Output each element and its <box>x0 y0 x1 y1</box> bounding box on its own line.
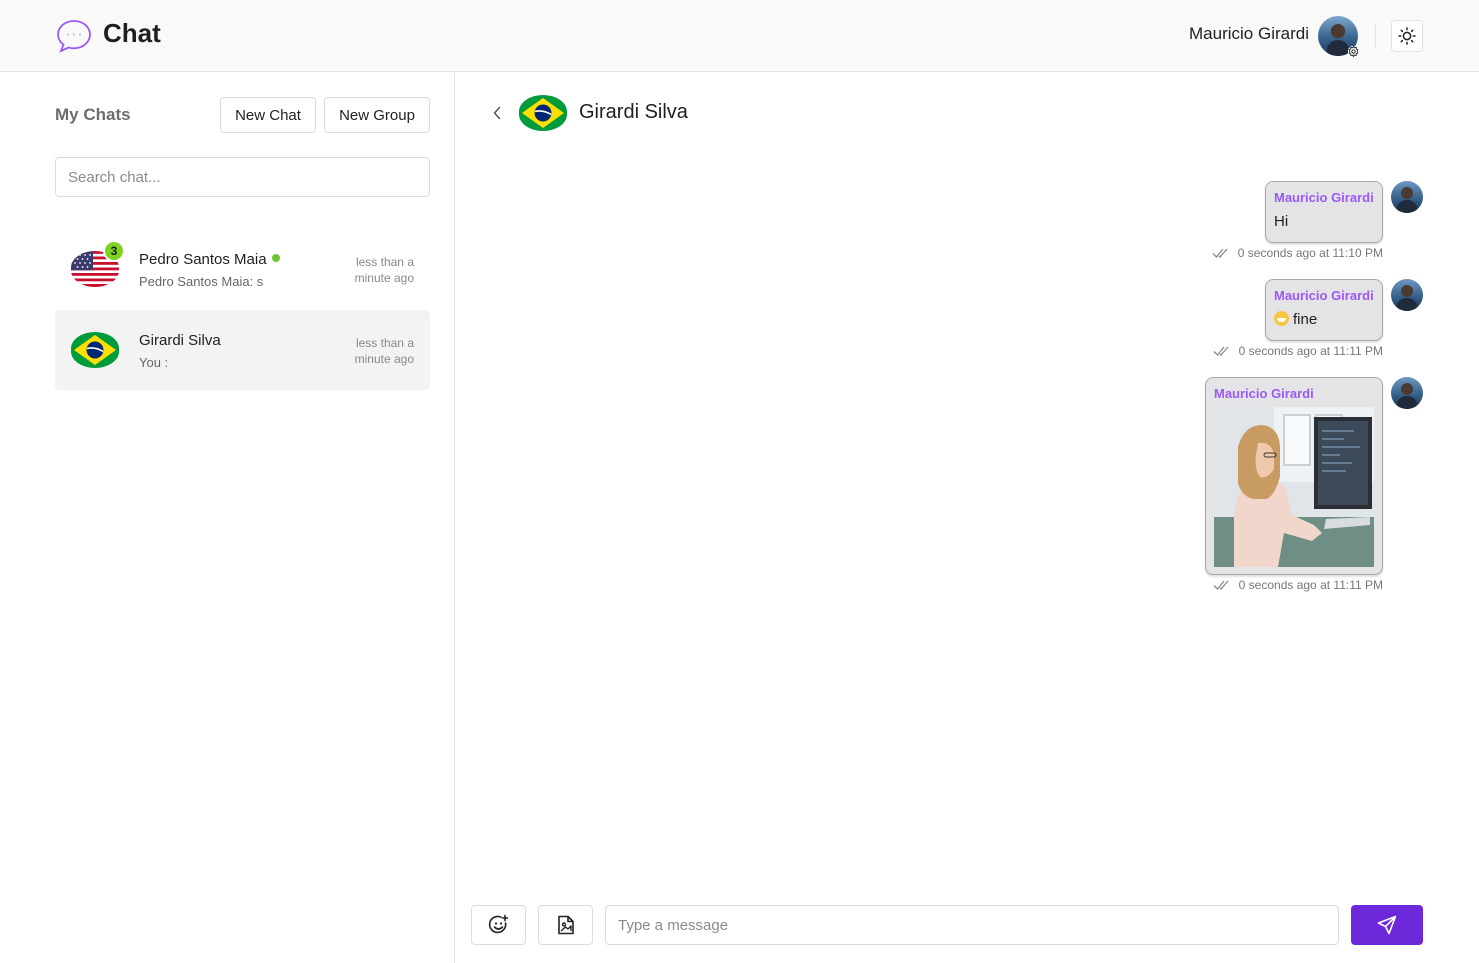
message-text-line: fine <box>1274 311 1374 328</box>
send-icon <box>1377 915 1397 935</box>
chat-list-item-active[interactable]: Girardi Silva You : less than a minute a… <box>55 310 430 390</box>
conversation-title: Girardi Silva <box>579 101 688 123</box>
message-sender: Mauricio Girardi <box>1274 288 1374 303</box>
last-message-time: less than a minute ago <box>354 255 414 285</box>
unread-count-badge: 3 <box>103 240 125 262</box>
message-meta: 0 seconds ago at 11:10 PM <box>1212 246 1383 260</box>
conversation-panel: Girardi Silva Mauricio Girardi Hi 0 seco… <box>455 73 1479 963</box>
chat-name: Pedro Santos Maia <box>139 251 280 268</box>
chat-name: Girardi Silva <box>139 332 221 349</box>
gear-icon[interactable] <box>1346 44 1361 59</box>
emoji-add-icon <box>488 914 508 934</box>
sun-icon <box>1398 27 1416 45</box>
file-image-icon <box>557 915 574 935</box>
sidebar-title: My Chats <box>55 105 131 124</box>
last-message-time: less than a minute ago <box>354 336 414 366</box>
theme-toggle-button[interactable] <box>1391 20 1423 52</box>
last-message-preview: You : <box>139 355 169 370</box>
sender-avatar <box>1391 181 1423 213</box>
new-group-button[interactable]: New Group <box>324 97 430 133</box>
message-bubble: Mauricio Girardi Hi <box>1265 181 1383 243</box>
message-timestamp: 0 seconds ago at 11:11 PM <box>1238 578 1383 592</box>
double-check-icon <box>1213 580 1229 590</box>
message-sender: Mauricio Girardi <box>1214 386 1314 401</box>
online-status-dot <box>271 254 280 262</box>
message-timestamp: 0 seconds ago at 11:10 PM <box>1237 246 1383 260</box>
message-text: fine <box>1293 311 1318 328</box>
message-sender: Mauricio Girardi <box>1274 190 1374 205</box>
double-check-icon <box>1213 346 1229 356</box>
send-button[interactable] <box>1351 905 1423 945</box>
current-user-name: Mauricio Girardi <box>1189 24 1309 43</box>
message-bubble-image: Mauricio Girardi <box>1205 377 1383 575</box>
top-bar: Chat Mauricio Girardi <box>0 0 1479 72</box>
back-button[interactable] <box>488 103 506 123</box>
message-meta: 0 seconds ago at 11:11 PM <box>1213 344 1383 358</box>
message-input[interactable] <box>605 905 1339 945</box>
sender-avatar <box>1391 377 1423 409</box>
brazil-flag-avatar <box>519 95 567 131</box>
app-title: Chat <box>103 18 161 48</box>
chevron-left-icon <box>493 106 501 120</box>
message-text: Hi <box>1274 213 1289 230</box>
chat-list-item[interactable]: 3 Pedro Santos Maia Pedro Santos Maia: s… <box>55 229 430 309</box>
sender-avatar <box>1391 279 1423 311</box>
double-check-icon <box>1212 248 1228 258</box>
chat-bubble-icon <box>57 20 91 53</box>
search-chat-input[interactable] <box>55 157 430 197</box>
message-timestamp: 0 seconds ago at 11:11 PM <box>1238 344 1383 358</box>
chat-list-sidebar: My Chats New Chat New Group Search chat.… <box>0 73 455 963</box>
brazil-flag-avatar <box>71 332 119 368</box>
chat-name-text: Girardi Silva <box>139 332 221 349</box>
message-meta: 0 seconds ago at 11:11 PM <box>1213 578 1383 592</box>
emoji-picker-button[interactable] <box>471 905 526 945</box>
header-divider <box>1375 24 1376 48</box>
message-bubble: Mauricio Girardi fine <box>1265 279 1383 341</box>
last-message-preview: Pedro Santos Maia: s <box>139 274 264 289</box>
grinning-face-icon <box>1274 311 1289 326</box>
new-chat-button[interactable]: New Chat <box>220 97 316 133</box>
chat-name-text: Pedro Santos Maia <box>139 251 267 268</box>
attach-image-button[interactable] <box>538 905 593 945</box>
woman-at-computer-photo[interactable] <box>1214 407 1374 567</box>
